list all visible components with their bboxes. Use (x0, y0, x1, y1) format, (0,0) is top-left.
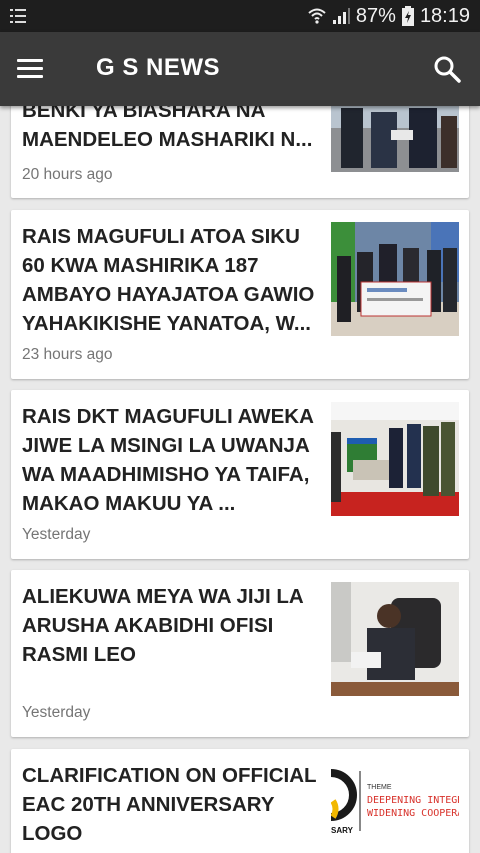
thumb-text: WIDENING COOPERA (367, 808, 459, 819)
news-thumbnail (331, 402, 459, 516)
battery-icon (401, 6, 414, 26)
news-thumbnail: THEME DEEPENING INTEGRA WIDENING COOPERA… (331, 761, 459, 853)
card-time: Yesterday (22, 704, 91, 721)
thumb-text: THEME (367, 784, 392, 791)
card-time: 20 hours ago (22, 166, 113, 183)
clock: 18:19 (419, 4, 470, 27)
card-time: 23 hours ago (22, 346, 113, 363)
news-card[interactable]: ALIEKUWA MEYA WA JIJI LA ARUSHA AKABIDHI… (11, 570, 469, 737)
news-feed: BENKI YA BIASHARA NA MAENDELEO MASHARIKI… (0, 106, 480, 853)
card-title: RAIS MAGUFULI ATOA SIKU 60 KWA MASHIRIKA… (22, 225, 315, 335)
news-card[interactable]: RAIS MAGUFULI ATOA SIKU 60 KWA MASHIRIKA… (11, 210, 469, 379)
news-card[interactable]: BENKI YA BIASHARA NA MAENDELEO MASHARIKI… (11, 106, 469, 198)
news-thumbnail (331, 582, 459, 696)
news-card[interactable]: CLARIFICATION ON OFFICIAL EAC 20TH ANNIV… (11, 749, 469, 853)
notification-list-icon (10, 9, 26, 23)
card-time: Yesterday (22, 526, 91, 543)
card-title: RAIS DKT MAGUFULI AWEKA JIWE LA MSINGI L… (22, 405, 314, 515)
card-title: CLARIFICATION ON OFFICIAL EAC 20TH ANNIV… (22, 764, 317, 845)
battery-percent: 87% (355, 4, 396, 27)
wifi-icon (308, 8, 326, 24)
card-title: BENKI YA BIASHARA NA MAENDELEO MASHARIKI… (22, 106, 313, 151)
card-title: ALIEKUWA MEYA WA JIJI LA ARUSHA AKABIDHI… (22, 585, 303, 666)
app-title: G S NEWS (96, 54, 221, 81)
menu-icon[interactable] (17, 56, 45, 80)
thumb-text: DEEPENING INTEGRA (367, 795, 459, 806)
app-bar: G S NEWS (0, 32, 480, 106)
news-thumbnail (331, 106, 459, 172)
signal-icon (332, 8, 350, 24)
search-icon[interactable] (432, 54, 462, 84)
news-thumbnail (331, 222, 459, 336)
news-card[interactable]: RAIS DKT MAGUFULI AWEKA JIWE LA MSINGI L… (11, 390, 469, 559)
status-bar: 87% 18:19 (0, 0, 480, 32)
thumb-text: SARY (331, 826, 354, 835)
